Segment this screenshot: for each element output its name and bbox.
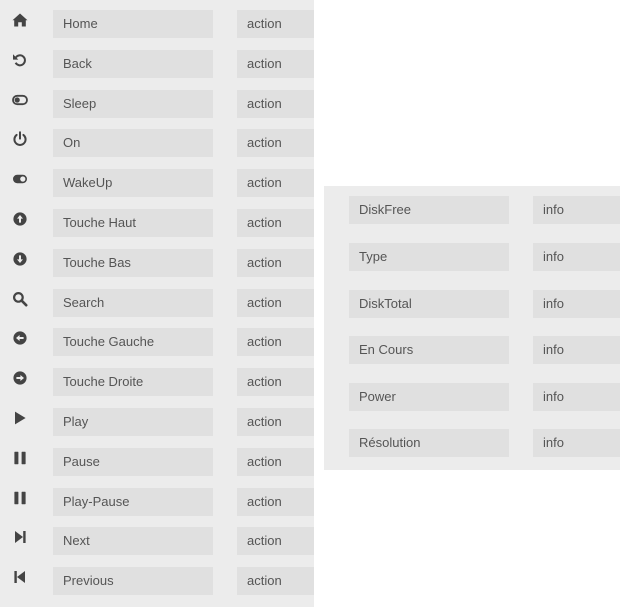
command-row-resolution: Résolution info (324, 429, 620, 457)
command-type-field[interactable]: action (237, 408, 314, 436)
command-row-sleep: Sleep action (0, 90, 314, 118)
search-icon[interactable] (12, 291, 28, 307)
arrow-up-circle-icon[interactable] (12, 211, 28, 227)
arrow-right-circle-icon[interactable] (12, 370, 28, 386)
command-row-on: On action (0, 129, 314, 157)
command-type-field[interactable]: action (237, 209, 314, 237)
command-type-field[interactable]: action (237, 368, 314, 396)
command-type-field[interactable]: action (237, 527, 314, 555)
toggle-off-icon[interactable] (12, 92, 28, 108)
command-name-field[interactable]: En Cours (349, 336, 509, 364)
command-row-play-pause: Play-Pause action (0, 488, 314, 516)
command-type-field[interactable]: action (237, 169, 314, 197)
command-name-field[interactable]: Search (53, 289, 213, 317)
command-type-field[interactable]: info (533, 336, 620, 364)
command-row-touche-gauche: Touche Gauche action (0, 328, 314, 356)
command-type-field[interactable]: action (237, 249, 314, 277)
command-row-en-cours: En Cours info (324, 336, 620, 364)
command-name-field[interactable]: Touche Haut (53, 209, 213, 237)
command-name-field[interactable]: Home (53, 10, 213, 38)
arrow-left-circle-icon[interactable] (12, 330, 28, 346)
command-type-field[interactable]: action (237, 448, 314, 476)
command-row-touche-droite: Touche Droite action (0, 368, 314, 396)
command-row-touche-bas: Touche Bas action (0, 249, 314, 277)
command-name-field[interactable]: Previous (53, 567, 213, 595)
step-backward-icon[interactable] (12, 569, 28, 585)
command-name-field[interactable]: Touche Bas (53, 249, 213, 277)
play-icon[interactable] (12, 410, 28, 426)
action-commands-panel: Home action Back action Sleep action On … (0, 0, 314, 607)
command-name-field[interactable]: Back (53, 50, 213, 78)
command-name-field[interactable]: Play (53, 408, 213, 436)
command-row-home: Home action (0, 10, 314, 38)
command-name-field[interactable]: Touche Droite (53, 368, 213, 396)
pause-icon[interactable] (12, 490, 28, 506)
command-type-field[interactable]: info (533, 243, 620, 271)
back-icon[interactable] (12, 52, 28, 68)
command-name-field[interactable]: Type (349, 243, 509, 271)
power-icon[interactable] (12, 131, 28, 147)
command-row-power: Power info (324, 383, 620, 411)
command-name-field[interactable]: DiskTotal (349, 290, 509, 318)
pause-icon[interactable] (12, 450, 28, 466)
command-name-field[interactable]: Power (349, 383, 509, 411)
command-row-disktotal: DiskTotal info (324, 290, 620, 318)
command-type-field[interactable]: info (533, 290, 620, 318)
command-type-field[interactable]: action (237, 567, 314, 595)
command-row-back: Back action (0, 50, 314, 78)
command-row-search: Search action (0, 289, 314, 317)
toggle-on-icon[interactable] (12, 171, 28, 187)
command-row-previous: Previous action (0, 567, 314, 595)
command-type-field[interactable]: info (533, 383, 620, 411)
command-row-next: Next action (0, 527, 314, 555)
command-name-field[interactable]: Sleep (53, 90, 213, 118)
command-row-wakeup: WakeUp action (0, 169, 314, 197)
command-row-pause: Pause action (0, 448, 314, 476)
command-type-field[interactable]: action (237, 90, 314, 118)
command-row-play: Play action (0, 408, 314, 436)
command-name-field[interactable]: On (53, 129, 213, 157)
home-icon[interactable] (12, 12, 28, 28)
command-name-field[interactable]: Pause (53, 448, 213, 476)
command-type-field[interactable]: info (533, 429, 620, 457)
command-name-field[interactable]: Next (53, 527, 213, 555)
command-type-field[interactable]: info (533, 196, 620, 224)
command-type-field[interactable]: action (237, 328, 314, 356)
command-row-type: Type info (324, 243, 620, 271)
step-forward-icon[interactable] (12, 529, 28, 545)
info-commands-panel: DiskFree info Type info DiskTotal info E… (324, 186, 620, 470)
command-row-touche-haut: Touche Haut action (0, 209, 314, 237)
command-name-field[interactable]: WakeUp (53, 169, 213, 197)
arrow-down-circle-icon[interactable] (12, 251, 28, 267)
command-type-field[interactable]: action (237, 488, 314, 516)
command-name-field[interactable]: Touche Gauche (53, 328, 213, 356)
command-row-diskfree: DiskFree info (324, 196, 620, 224)
command-type-field[interactable]: action (237, 10, 314, 38)
command-name-field[interactable]: DiskFree (349, 196, 509, 224)
command-type-field[interactable]: action (237, 129, 314, 157)
command-name-field[interactable]: Résolution (349, 429, 509, 457)
command-type-field[interactable]: action (237, 50, 314, 78)
command-name-field[interactable]: Play-Pause (53, 488, 213, 516)
command-type-field[interactable]: action (237, 289, 314, 317)
